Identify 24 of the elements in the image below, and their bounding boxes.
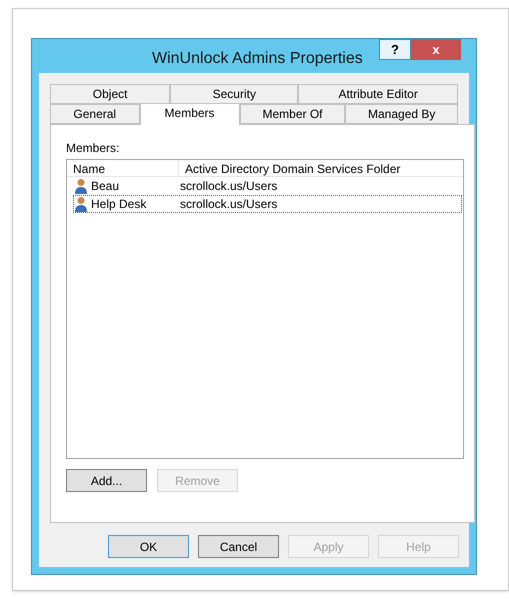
dialog-button[interactable]: Add... (66, 469, 147, 492)
tab[interactable]: Object (50, 84, 170, 104)
members-label: Members: (66, 140, 120, 157)
tab[interactable]: Attribute Editor (298, 84, 458, 104)
column-header[interactable]: Name (67, 160, 179, 176)
tab[interactable]: Managed By (345, 104, 458, 124)
tab[interactable]: General (50, 104, 140, 124)
member-folder: scrollock.us/Users (180, 178, 278, 195)
member-row[interactable]: Beau scrollock.us/Users (73, 177, 462, 195)
tab[interactable]: Member Of (240, 104, 346, 124)
member-name: Beau (90, 178, 120, 195)
user-icon (74, 196, 88, 212)
dialog-button[interactable]: OK (108, 535, 189, 558)
close-button[interactable]: x (411, 39, 461, 60)
member-name: Help Desk (90, 196, 148, 213)
column-header[interactable]: Active Directory Domain Services Folder (179, 160, 463, 176)
tab[interactable]: Members (140, 103, 240, 125)
tab[interactable]: Security (170, 84, 298, 104)
window-title: WinUnlock Admins Properties (152, 49, 363, 69)
member-row[interactable]: Help Desk scrollock.us/Users (73, 195, 462, 213)
member-folder: scrollock.us/Users (180, 196, 278, 213)
dialog-button[interactable]: Cancel (198, 535, 279, 558)
user-icon (74, 178, 88, 194)
help-button[interactable]: ? (379, 39, 411, 60)
